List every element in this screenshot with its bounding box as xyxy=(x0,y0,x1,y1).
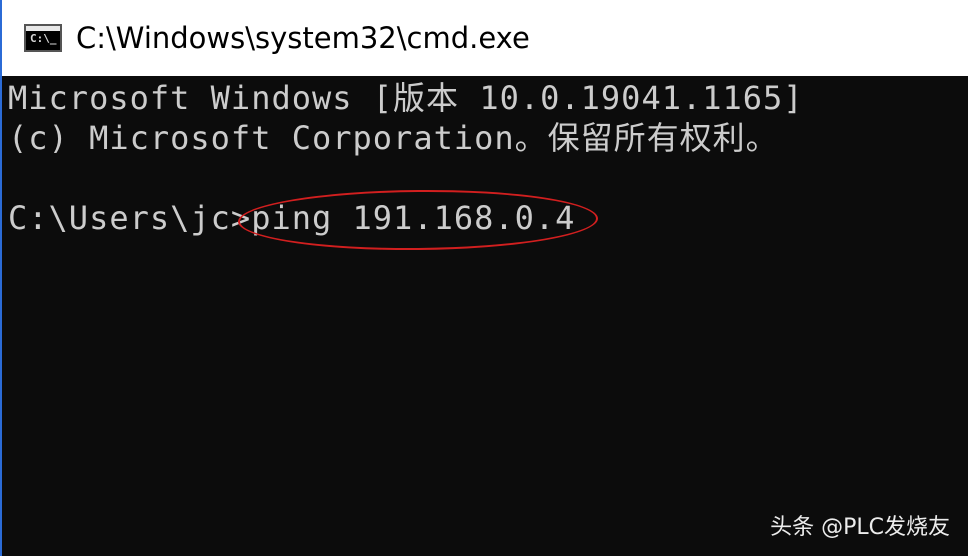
cmd-window: C:\_ C:\Windows\system32\cmd.exe Microso… xyxy=(0,0,968,556)
console-line-copyright: (c) Microsoft Corporation。保留所有权利。 xyxy=(8,119,779,157)
window-title: C:\Windows\system32\cmd.exe xyxy=(76,21,530,55)
console-line-version: Microsoft Windows [版本 10.0.19041.1165] xyxy=(8,79,804,117)
cmd-icon[interactable]: C:\_ xyxy=(24,24,62,52)
console-output[interactable]: Microsoft Windows [版本 10.0.19041.1165] (… xyxy=(0,76,968,556)
cmd-icon-glyph: C:\_ xyxy=(30,32,57,45)
watermark: 头条 @PLC发烧友 xyxy=(770,515,950,540)
title-bar[interactable]: C:\_ C:\Windows\system32\cmd.exe xyxy=(0,0,968,76)
prompt-path: C:\Users\jc> xyxy=(8,199,252,237)
